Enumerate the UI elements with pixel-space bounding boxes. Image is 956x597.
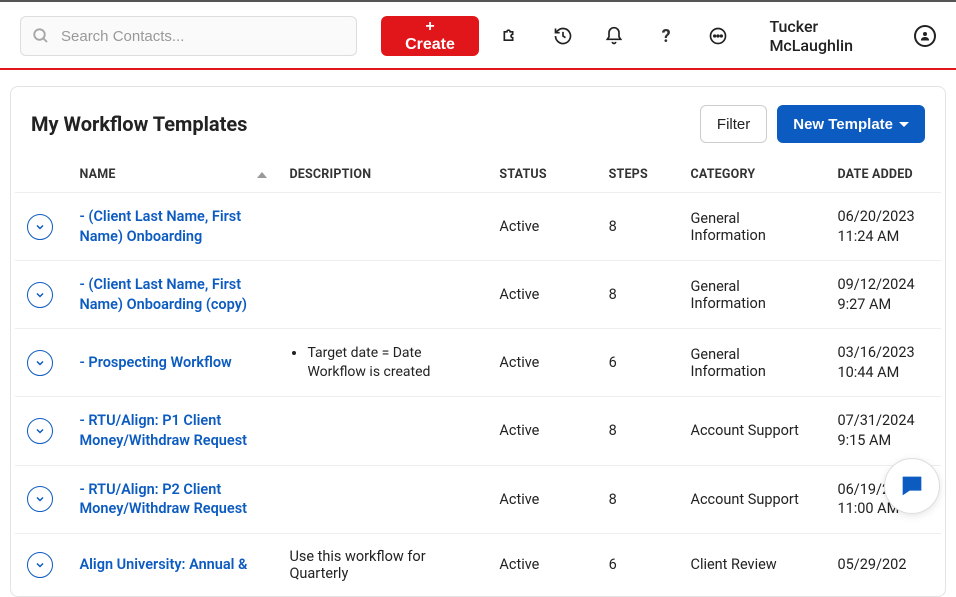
table-row: - (Client Last Name, First Name) Onboard… xyxy=(15,193,941,261)
help-icon[interactable]: ? xyxy=(646,16,686,56)
status-cell: Active xyxy=(487,533,596,596)
description-cell xyxy=(277,465,487,533)
create-button[interactable]: + Create xyxy=(381,16,480,56)
expand-row-icon[interactable] xyxy=(27,486,53,512)
user-name: Tucker McLaughlin xyxy=(769,17,904,55)
steps-cell: 6 xyxy=(597,533,679,596)
status-cell: Active xyxy=(487,397,596,465)
category-cell: General Information xyxy=(679,261,826,329)
col-description[interactable]: DESCRIPTION xyxy=(277,157,487,193)
status-cell: Active xyxy=(487,465,596,533)
steps-cell: 8 xyxy=(597,193,679,261)
chevron-down-icon xyxy=(899,122,909,127)
description-cell: Use this workflow for Quarterly xyxy=(277,533,487,596)
category-cell: General Information xyxy=(679,329,826,397)
description-cell: Target date = Date Workflow is created xyxy=(277,329,487,397)
steps-cell: 6 xyxy=(597,329,679,397)
search-icon xyxy=(32,27,50,45)
steps-cell: 8 xyxy=(597,261,679,329)
bell-icon[interactable] xyxy=(595,16,635,56)
history-icon[interactable] xyxy=(543,16,583,56)
chat-icon[interactable] xyxy=(698,16,738,56)
description-cell xyxy=(277,193,487,261)
filter-button[interactable]: Filter xyxy=(700,105,767,143)
steps-cell: 8 xyxy=(597,397,679,465)
steps-cell: 8 xyxy=(597,465,679,533)
col-status[interactable]: STATUS xyxy=(487,157,596,193)
search-input[interactable] xyxy=(20,16,357,56)
user-menu[interactable]: Tucker McLaughlin xyxy=(769,17,936,55)
template-name-link[interactable]: Align University: Annual & xyxy=(79,555,265,575)
expand-row-icon[interactable] xyxy=(27,350,53,376)
expand-row-icon[interactable] xyxy=(27,552,53,578)
description-cell xyxy=(277,261,487,329)
date-added-cell: 03/16/202310:44 AM xyxy=(825,329,941,397)
sort-asc-icon xyxy=(257,172,267,178)
template-name-link[interactable]: - RTU/Align: P2 Client Money/Withdraw Re… xyxy=(79,480,265,519)
table-row: - Prospecting Workflow Target date = Date… xyxy=(15,329,941,397)
avatar-icon xyxy=(914,25,936,47)
description-cell xyxy=(277,397,487,465)
table-row: - RTU/Align: P1 Client Money/Withdraw Re… xyxy=(15,397,941,465)
status-cell: Active xyxy=(487,329,596,397)
template-name-link[interactable]: - (Client Last Name, First Name) Onboard… xyxy=(79,207,265,246)
expand-row-icon[interactable] xyxy=(27,418,53,444)
date-added-cell: 05/29/202 xyxy=(825,533,941,596)
search-wrap xyxy=(20,16,357,56)
col-date-added[interactable]: DATE ADDED xyxy=(825,157,941,193)
expand-row-icon[interactable] xyxy=(27,214,53,240)
col-name[interactable]: NAME xyxy=(67,157,277,193)
category-cell: Client Review xyxy=(679,533,826,596)
expand-row-icon[interactable] xyxy=(27,282,53,308)
date-added-cell: 07/31/20249:15 AM xyxy=(825,397,941,465)
workflow-templates-card: My Workflow Templates Filter New Templat… xyxy=(10,86,946,597)
new-template-button[interactable]: New Template xyxy=(777,105,925,143)
table-row: - RTU/Align: P2 Client Money/Withdraw Re… xyxy=(15,465,941,533)
page-title: My Workflow Templates xyxy=(31,112,247,136)
puzzle-icon[interactable] xyxy=(491,16,531,56)
table-row: - (Client Last Name, First Name) Onboard… xyxy=(15,261,941,329)
status-cell: Active xyxy=(487,193,596,261)
date-added-cell: 09/12/20249:27 AM xyxy=(825,261,941,329)
date-added-cell: 06/20/202311:24 AM xyxy=(825,193,941,261)
category-cell: General Information xyxy=(679,193,826,261)
col-category[interactable]: CATEGORY xyxy=(679,157,826,193)
new-template-label: New Template xyxy=(793,116,893,133)
chat-widget[interactable] xyxy=(884,458,940,514)
col-steps[interactable]: STEPS xyxy=(597,157,679,193)
status-cell: Active xyxy=(487,261,596,329)
category-cell: Account Support xyxy=(679,465,826,533)
table-row: Align University: Annual & Use this workf… xyxy=(15,533,941,596)
category-cell: Account Support xyxy=(679,397,826,465)
template-name-link[interactable]: - (Client Last Name, First Name) Onboard… xyxy=(79,275,265,314)
template-name-link[interactable]: - RTU/Align: P1 Client Money/Withdraw Re… xyxy=(79,411,265,450)
template-name-link[interactable]: - Prospecting Workflow xyxy=(79,353,265,373)
